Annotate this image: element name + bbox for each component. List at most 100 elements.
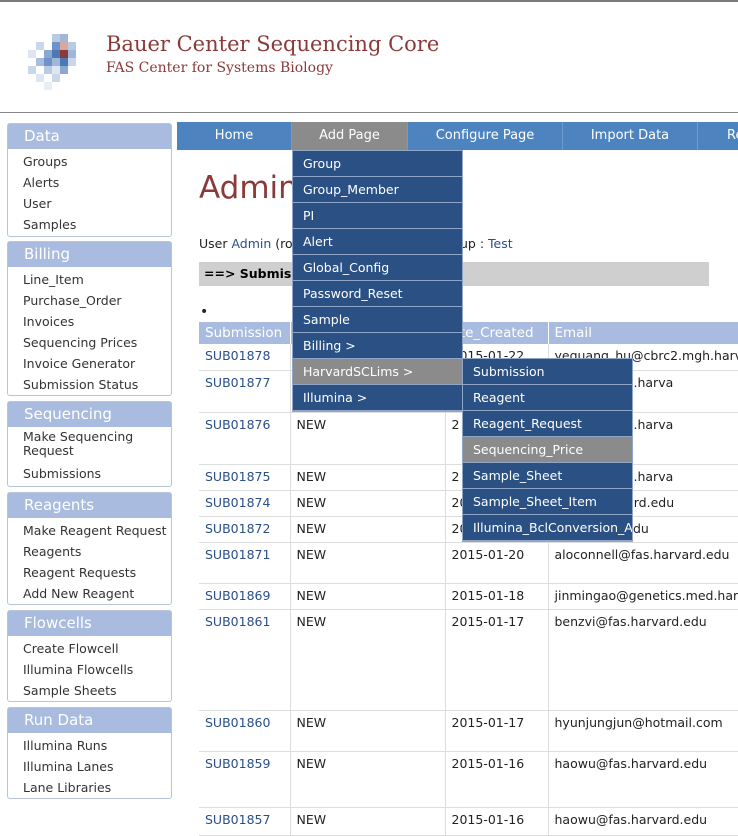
submenu-item[interactable]: Sequencing_Price (463, 437, 632, 463)
submission-id[interactable]: SUB01875 (199, 464, 291, 491)
menu-item[interactable]: HarvardSCLims > (293, 359, 462, 385)
logo-tile (52, 74, 60, 82)
submenu-item[interactable]: Sample_Sheet (463, 463, 632, 489)
group-link[interactable]: Test (488, 236, 513, 251)
submission-id[interactable]: SUB01878 (199, 344, 291, 371)
sidebar-item-submission-status[interactable]: Submission Status (8, 374, 171, 395)
submenu-item[interactable]: Submission (463, 359, 632, 385)
submission-id[interactable]: SUB01860 (199, 710, 291, 752)
site-title: Bauer Center Sequencing Core (106, 32, 440, 56)
add-page-menu: Group Group_Member PI Alert Global_Config Pas… (292, 150, 463, 412)
column-header[interactable]: Submission (199, 322, 291, 344)
nav-configure-page[interactable]: Configure Page (408, 122, 563, 150)
sidebar-item-submissions[interactable]: Submissions (8, 463, 171, 484)
sidebar-item-sample-sheets[interactable]: Sample Sheets (8, 680, 171, 701)
logo-tile (36, 74, 44, 82)
submission-id[interactable]: SUB01872 (199, 516, 291, 543)
email-cell: haowu@fas.harvard.edu (548, 807, 738, 836)
menu-item[interactable]: Illumina > (293, 385, 462, 411)
status-cell: NEW (290, 516, 446, 543)
email-cell: haowu@fas.harvard.edu (548, 751, 738, 808)
logo-tile (36, 58, 44, 66)
sidebar-header: Run Data (8, 708, 171, 734)
nav-more[interactable]: Re (698, 122, 738, 150)
submission-id[interactable]: SUB01874 (199, 490, 291, 517)
submission-id[interactable]: SUB01871 (199, 542, 291, 584)
menu-item[interactable]: Billing > (293, 333, 462, 359)
sidebar-item-reagent-requests[interactable]: Reagent Requests (8, 562, 171, 583)
menu-item[interactable]: Global_Config (293, 255, 462, 281)
submission-id[interactable]: SUB01869 (199, 583, 291, 610)
sidebar-item-illumina-lanes[interactable]: Illumina Lanes (8, 756, 171, 777)
email-cell: benzvi@fas.harvard.edu (548, 609, 738, 711)
menu-item[interactable]: Group_Member (293, 177, 462, 203)
menu-item[interactable]: Alert (293, 229, 462, 255)
date-cell: 2015-01-17 (445, 609, 549, 711)
submenu-item[interactable]: Reagent_Request (463, 411, 632, 437)
sidebar-item-purchase-order[interactable]: Purchase_Order (8, 290, 171, 311)
submenu-item[interactable]: Sample_Sheet_Item (463, 489, 632, 515)
sidebar-header: Reagents (8, 493, 171, 519)
sidebar-item-illumina-flowcells[interactable]: Illumina Flowcells (8, 659, 171, 680)
header-divider (0, 112, 738, 113)
menu-item[interactable]: Sample (293, 307, 462, 333)
menu-item[interactable]: Password_Reset (293, 281, 462, 307)
sidebar-section-reagents: Reagents Make Reagent Request Reagents R… (7, 492, 172, 605)
sidebar-item-groups[interactable]: Groups (8, 151, 171, 172)
submission-id[interactable]: SUB01859 (199, 751, 291, 808)
nav-add-page[interactable]: Add Page (292, 122, 408, 150)
sidebar-item-make-sequencing-request[interactable]: Make Sequencing Request (8, 430, 138, 463)
sidebar-item-make-reagent-request[interactable]: Make Reagent Request (8, 520, 171, 541)
status-cell: NEW (290, 807, 446, 836)
column-header[interactable]: Email (548, 322, 738, 344)
menu-item[interactable]: Group (293, 151, 462, 177)
sidebar-header: Flowcells (8, 611, 171, 637)
sidebar-item-add-new-reagent[interactable]: Add New Reagent (8, 583, 171, 604)
logo-tile (28, 50, 36, 58)
sidebar-item-alerts[interactable]: Alerts (8, 172, 171, 193)
logo-tile (60, 50, 68, 58)
logo-tile (52, 66, 60, 74)
user-suffix: (ro (271, 236, 293, 251)
top-border (0, 0, 738, 2)
logo-tile (60, 58, 68, 66)
status-cell: NEW (290, 609, 446, 711)
email-cell: jinmingao@genetics.med.harv (548, 583, 738, 610)
submission-id[interactable]: SUB01861 (199, 609, 291, 711)
submission-id[interactable]: SUB01877 (199, 370, 291, 413)
sidebar-item-sequencing-prices[interactable]: Sequencing Prices (8, 332, 171, 353)
nav-import-data[interactable]: Import Data (563, 122, 698, 150)
nav-home[interactable]: Home (177, 122, 292, 150)
user-link[interactable]: Admin (231, 236, 271, 251)
table-row: SUB01869 NEW 2015-01-18 jinmingao@genetics.… (199, 583, 738, 610)
submission-id[interactable]: SUB01876 (199, 412, 291, 465)
sidebar-header: Data (8, 124, 171, 150)
submission-id[interactable]: SUB01857 (199, 807, 291, 836)
email-cell: aloconnell@fas.harvard.edu (548, 542, 738, 584)
sidebar-item-user[interactable]: User (8, 193, 171, 214)
sidebar-item-reagents[interactable]: Reagents (8, 541, 171, 562)
top-nav: Home Add Page Configure Page Import Data… (177, 122, 738, 150)
sidebar-item-lane-libraries[interactable]: Lane Libraries (8, 777, 171, 798)
sidebar-item-create-flowcell[interactable]: Create Flowcell (8, 638, 171, 659)
submenu-item[interactable]: Reagent (463, 385, 632, 411)
logo-tile (52, 42, 60, 50)
harvardsclims-submenu: Submission Reagent Reagent_Request Sequenci… (462, 358, 633, 542)
table-header-row: Submission ate_Created Email (199, 322, 738, 344)
sidebar-header: Billing (8, 242, 171, 268)
sidebar-item-illumina-runs[interactable]: Illumina Runs (8, 735, 171, 756)
logo-tile (60, 34, 68, 42)
sidebar-item-samples[interactable]: Samples (8, 214, 171, 235)
submenu-item[interactable]: Illumina_BclConversion_A (463, 515, 632, 541)
status-cell: NEW (290, 412, 446, 465)
logo-tile (44, 66, 52, 74)
sidebar-item-invoices[interactable]: Invoices (8, 311, 171, 332)
logo-tile (44, 50, 52, 58)
menu-item[interactable]: PI (293, 203, 462, 229)
sidebar-item-line-item[interactable]: Line_Item (8, 269, 171, 290)
user-line: User Admin (ro (199, 236, 293, 251)
sidebar-section-run-data: Run Data Illumina Runs Illumina Lanes La… (7, 707, 172, 799)
logo-tile (44, 58, 52, 66)
sidebar-item-invoice-generator[interactable]: Invoice Generator (8, 353, 171, 374)
logo-tile (68, 58, 76, 66)
